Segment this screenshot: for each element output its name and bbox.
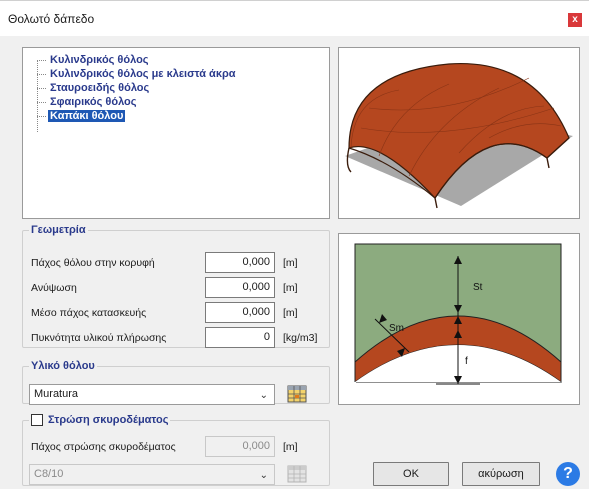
vault-type-tree[interactable]: Κυλινδρικός θόλος Κυλινδρικός θόλος με κ… — [22, 47, 330, 219]
chevron-down-icon: ⌄ — [259, 470, 268, 481]
screed-thickness-label: Πάχος στρώσης σκυροδέματος — [31, 440, 176, 453]
concrete-screed-group: Στρώση σκυροδέματος Πάχος στρώσης σκυροδ… — [22, 414, 330, 486]
window-title: Θολωτό δάπεδο — [8, 12, 95, 26]
concrete-class-value: C8/10 — [34, 468, 64, 480]
ok-button[interactable]: OK — [373, 462, 449, 486]
st-label: St — [473, 282, 483, 293]
screed-thickness-input[interactable]: 0,000 — [205, 436, 275, 457]
screed-thickness-row: Πάχος στρώσης σκυροδέματος 0,000 [m] — [31, 436, 298, 457]
sm-label: Sm — [389, 323, 404, 334]
screed-thickness-unit: [m] — [283, 440, 298, 453]
material-legend: Υλικό θόλου — [31, 360, 95, 372]
cancel-button[interactable]: ακύρωση — [462, 462, 540, 486]
vault-3d-illustration — [345, 62, 573, 209]
f-label: f — [465, 356, 468, 367]
tree-item-cross[interactable]: Σταυροειδής θόλος — [37, 81, 151, 95]
mean-thickness-unit: [m] — [283, 306, 298, 319]
material-select-value: Muratura — [34, 388, 79, 400]
grid-table-icon[interactable] — [287, 385, 307, 403]
mean-thickness-input[interactable]: 0,000 — [205, 302, 275, 323]
tree-branch — [37, 101, 46, 103]
tree-branch — [37, 59, 46, 61]
mean-thickness-label: Μέσο πάχος κατασκευής — [31, 306, 147, 319]
thickness-top-label: Πάχος θόλου στην κορυφή — [31, 256, 155, 269]
rise-label: Ανύψωση — [31, 281, 77, 294]
material-select[interactable]: Muratura ⌄ — [29, 384, 275, 405]
geometry-group: Γεωμετρία Πάχος θόλου στην κορυφή 0,000 … — [22, 224, 330, 348]
tree-branch — [37, 73, 46, 75]
tree-branch — [37, 115, 46, 117]
dialog-client: Κυλινδρικός θόλος Κυλινδρικός θόλος με κ… — [0, 36, 589, 489]
rise-input[interactable]: 0,000 — [205, 277, 275, 298]
fill-density-unit: [kg/m3] — [283, 331, 318, 344]
thickness-top-input[interactable]: 0,000 — [205, 252, 275, 273]
tree-item-label: Σταυροειδής θόλος — [50, 82, 150, 94]
title-bar: Θολωτό δάπεδο x — [0, 0, 589, 36]
vault-3d-preview — [338, 47, 580, 219]
chevron-down-icon: ⌄ — [259, 390, 268, 401]
tree-item-label: Κυλινδρικός θόλος — [50, 54, 149, 66]
tree-item-cylindrical-closed-ends[interactable]: Κυλινδρικός θόλος με κλειστά άκρα — [37, 67, 238, 81]
rise-unit: [m] — [283, 281, 298, 294]
geometry-row: Μέσο πάχος κατασκευής 0,000 [m] — [31, 302, 298, 323]
fill-density-label: Πυκνότητα υλικού πλήρωσης — [31, 331, 167, 344]
geometry-row: Ανύψωση 0,000 [m] — [31, 277, 298, 298]
help-icon[interactable]: ? — [556, 462, 580, 486]
thickness-top-unit: [m] — [283, 256, 298, 269]
geometry-row: Πάχος θόλου στην κορυφή 0,000 [m] — [31, 252, 298, 273]
tree-item-spherical[interactable]: Σφαιρικός θόλος — [37, 95, 139, 109]
vault-section-diagram: St Sm f — [338, 233, 580, 405]
tree-item-vault-cap[interactable]: Καπάκι θόλου — [37, 109, 126, 123]
close-button[interactable]: x — [568, 13, 582, 27]
concrete-class-select[interactable]: C8/10 ⌄ — [29, 464, 275, 485]
section-illustration: St Sm f — [354, 243, 562, 392]
grid-table-icon[interactable] — [287, 465, 307, 483]
tree-item-cylindrical[interactable]: Κυλινδρικός θόλος — [37, 53, 151, 67]
tree-item-label: Κυλινδρικός θόλος με κλειστά άκρα — [50, 68, 236, 80]
geometry-legend: Γεωμετρία — [31, 224, 86, 236]
tree-item-label: Σφαιρικός θόλος — [50, 96, 137, 108]
screed-legend: Στρώση σκυροδέματος — [29, 414, 170, 426]
tree-branch — [37, 87, 46, 89]
fill-density-input[interactable]: 0 — [205, 327, 275, 348]
tree-item-label: Καπάκι θόλου — [48, 110, 126, 122]
vault-material-group: Υλικό θόλου Muratura ⌄ — [22, 360, 330, 405]
screed-legend-label: Στρώση σκυροδέματος — [48, 414, 169, 426]
geometry-row: Πυκνότητα υλικού πλήρωσης 0 [kg/m3] — [31, 327, 317, 348]
screed-checkbox[interactable] — [31, 414, 43, 426]
